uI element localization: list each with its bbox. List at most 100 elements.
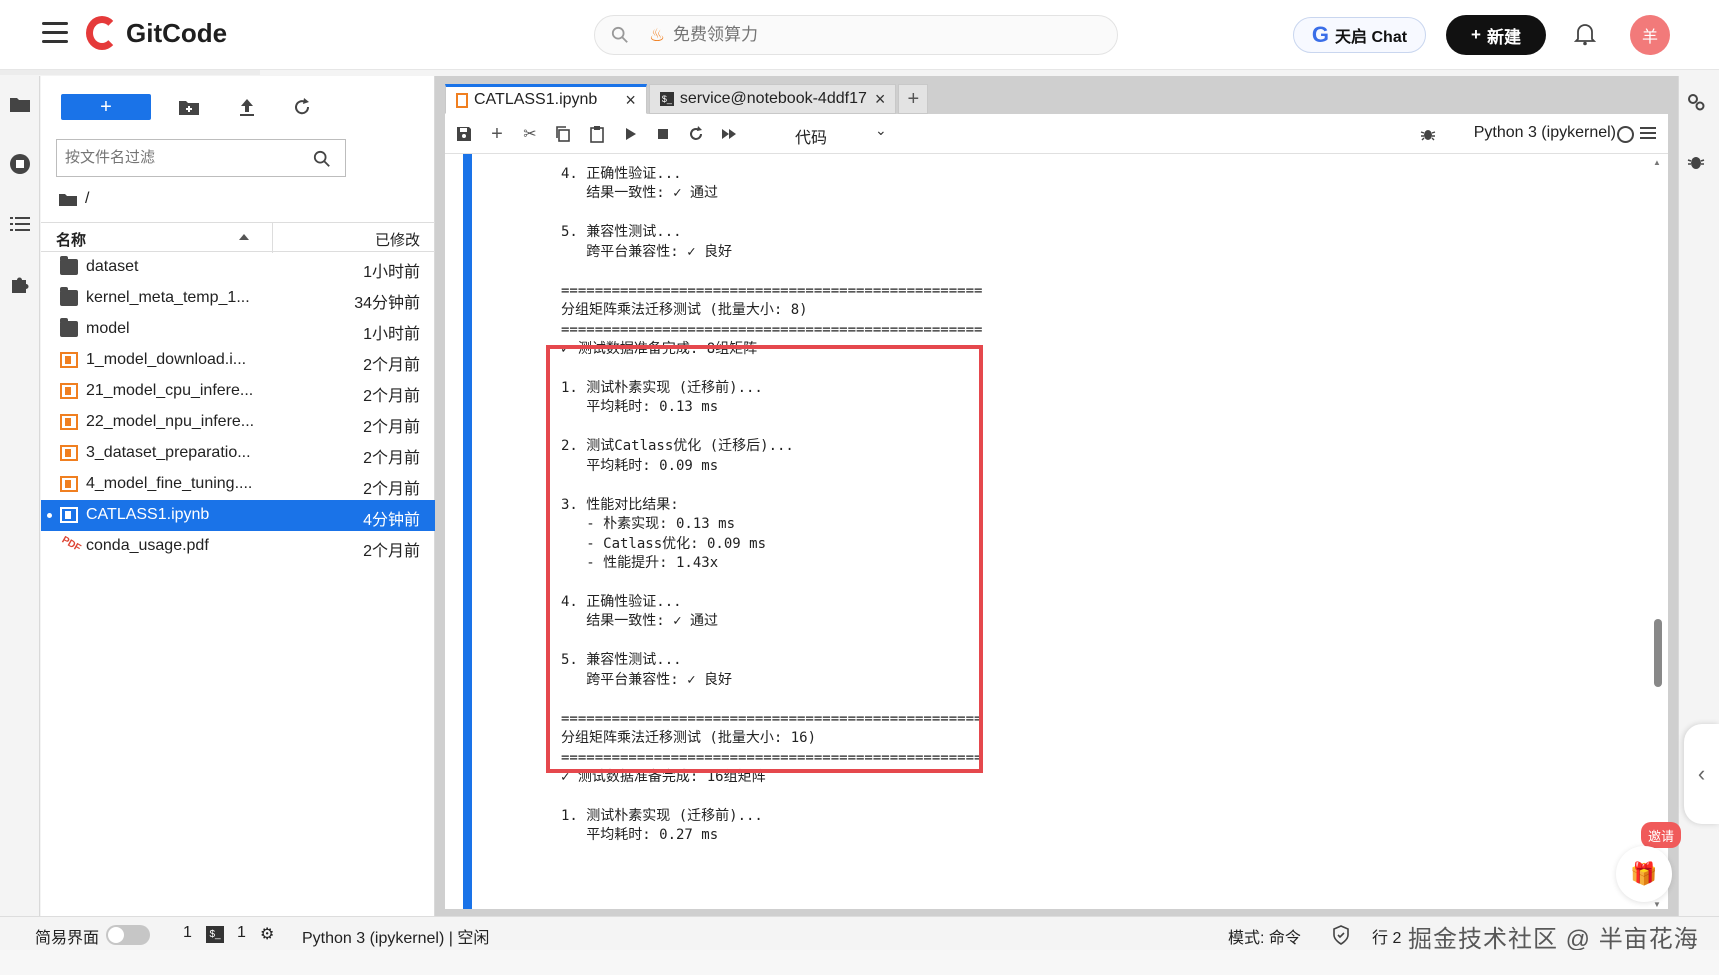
upload-icon[interactable] xyxy=(235,96,259,118)
top-divider xyxy=(0,70,260,75)
paste-icon[interactable] xyxy=(588,125,606,143)
collapse-panel-button[interactable]: ‹ xyxy=(1684,724,1719,824)
terminal-icon[interactable]: $_ xyxy=(206,926,224,943)
stop-icon[interactable] xyxy=(654,125,672,143)
scrollbar-thumb[interactable] xyxy=(1654,619,1662,687)
kernel-name[interactable]: Python 3 (ipykernel) xyxy=(1474,124,1616,142)
new-launcher-button[interactable]: + xyxy=(61,94,151,120)
file-row[interactable]: 1_model_download.i... 2个月前 xyxy=(41,345,435,376)
bottom-strip xyxy=(0,950,1719,975)
file-row[interactable]: CATLASS1.ipynb 4分钟前 xyxy=(41,500,435,531)
file-list-header: 名称 已修改 xyxy=(41,222,435,253)
simple-mode-toggle[interactable] xyxy=(106,925,150,945)
kernel-status[interactable]: Python 3 (ipykernel) | 空闲 xyxy=(302,924,489,948)
property-inspector-icon[interactable] xyxy=(1686,92,1706,112)
watermark: 掘金技术社区 @ 半亩花海 xyxy=(1408,926,1699,953)
menu-icon[interactable] xyxy=(42,22,68,44)
toc-icon[interactable] xyxy=(8,212,32,236)
scrollbar[interactable]: ▲ ▼ xyxy=(1653,158,1662,909)
running-icon[interactable] xyxy=(8,152,32,176)
debugger-icon[interactable] xyxy=(1420,126,1436,142)
name-column-header[interactable]: 名称 xyxy=(56,229,86,250)
debugger-icon[interactable] xyxy=(1686,152,1706,172)
new-button[interactable]: + 新建 xyxy=(1446,15,1546,55)
modified-column-header[interactable]: 已修改 xyxy=(375,229,420,250)
cut-icon[interactable]: ✂ xyxy=(521,125,539,143)
tab-terminal[interactable]: $_ service@notebook-4ddf17 × xyxy=(648,84,897,114)
kernel-count[interactable]: 1 xyxy=(237,924,246,942)
avatar[interactable]: 羊 xyxy=(1630,15,1670,55)
file-row[interactable]: 22_model_npu_infere... 2个月前 xyxy=(41,407,435,438)
file-modified: 2个月前 xyxy=(363,388,420,405)
tab-label: service@notebook-4ddf17 xyxy=(679,90,867,107)
bell-icon[interactable] xyxy=(1574,22,1596,46)
gift-icon[interactable]: 🎁 xyxy=(1616,846,1672,902)
restart-icon[interactable] xyxy=(687,125,705,143)
new-folder-icon[interactable] xyxy=(177,96,201,118)
invite-badge[interactable]: 邀请 xyxy=(1641,822,1681,848)
file-name: conda_usage.pdf xyxy=(86,537,209,554)
cpu-icon[interactable]: ⚙ xyxy=(260,924,274,944)
fast-forward-icon[interactable] xyxy=(720,125,738,143)
file-row[interactable]: dataset 1小时前 xyxy=(41,252,435,283)
shield-icon[interactable] xyxy=(1332,925,1350,945)
save-icon[interactable] xyxy=(455,125,473,143)
active-cell-indicator[interactable] xyxy=(463,154,472,909)
file-row[interactable]: 3_dataset_preparatio... 2个月前 xyxy=(41,438,435,469)
scroll-down-icon[interactable]: ▼ xyxy=(1653,900,1661,909)
file-row[interactable]: PDF conda_usage.pdf 2个月前 xyxy=(41,531,435,562)
tab-label: CATLASS1.ipynb xyxy=(474,91,598,108)
tianqi-chat-button[interactable]: G 天启 Chat xyxy=(1293,17,1426,53)
column-divider[interactable] xyxy=(272,223,273,253)
file-modified: 1小时前 xyxy=(363,264,420,281)
file-name: dataset xyxy=(86,258,139,275)
close-icon[interactable]: × xyxy=(625,90,636,111)
folder-icon xyxy=(60,318,78,337)
tab-bar: CATLASS1.ipynb × $_ service@notebook-4dd… xyxy=(445,84,929,114)
notebook-content: 4. 正确性验证... 结果一致性: ✓ 通过 5. 兼容性测试... 跨平台兼容… xyxy=(445,154,1668,909)
tab-notebook[interactable]: CATLASS1.ipynb × xyxy=(445,84,647,114)
copy-icon[interactable] xyxy=(554,125,572,143)
cursor-position[interactable]: 行 2 xyxy=(1372,924,1401,948)
scroll-up-icon[interactable]: ▲ xyxy=(1653,158,1661,167)
add-tab-button[interactable]: + xyxy=(898,84,929,114)
file-browser-panel: + / 名称 已修改 dataset 1小时前 kernel_meta_temp_1… xyxy=(41,76,435,916)
file-row[interactable]: 21_model_cpu_infere... 2个月前 xyxy=(41,376,435,407)
brand-name: GitCode xyxy=(126,17,228,48)
file-name: 1_model_download.i... xyxy=(86,351,247,368)
cell-type-select[interactable]: 代码 xyxy=(795,124,827,148)
output-line: 平均耗时: 0.27 ms xyxy=(561,827,719,844)
chevron-down-icon[interactable]: ⌄ xyxy=(875,122,887,139)
file-row[interactable]: model 1小时前 xyxy=(41,314,435,345)
terminal-count[interactable]: 1 xyxy=(183,924,192,942)
notebook-toolbar: + ✂ 代码 ⌄ Python 3 (ipykernel) xyxy=(445,114,1668,154)
chat-button-label: 天启 Chat xyxy=(1335,29,1408,46)
extension-icon[interactable] xyxy=(8,272,32,296)
file-row[interactable]: 4_model_fine_tuning.... 2个月前 xyxy=(41,469,435,500)
notebook-icon xyxy=(60,507,78,523)
mode-indicator[interactable]: 模式: 命令 xyxy=(1228,924,1301,948)
folder-icon[interactable] xyxy=(8,92,32,116)
output-line: 4. 正确性验证... xyxy=(561,166,682,182)
menu-icon[interactable] xyxy=(1640,127,1656,140)
gitcode-logo-icon xyxy=(86,16,118,50)
modified-dot-icon xyxy=(47,513,52,518)
breadcrumb-path[interactable]: / xyxy=(85,190,89,208)
run-icon[interactable] xyxy=(621,125,639,143)
file-list: dataset 1小时前 kernel_meta_temp_1... 34分钟前 mod… xyxy=(41,252,435,562)
file-filter-input[interactable] xyxy=(65,149,295,166)
highlight-box xyxy=(546,345,983,773)
global-search[interactable]: ♨ xyxy=(594,15,1118,55)
file-modified: 2个月前 xyxy=(363,450,420,467)
close-icon[interactable]: × xyxy=(875,89,886,110)
file-row[interactable]: kernel_meta_temp_1... 34分钟前 xyxy=(41,283,435,314)
breadcrumb[interactable]: / xyxy=(59,190,89,208)
logo[interactable]: GitCode xyxy=(86,16,227,50)
output-line: 1. 测试朴素实现 (迁移前)... xyxy=(561,807,763,824)
refresh-icon[interactable] xyxy=(290,96,314,118)
new-button-label: 新建 xyxy=(1486,27,1521,47)
file-filter[interactable] xyxy=(56,139,346,177)
search-input[interactable] xyxy=(673,23,1093,47)
output-line: 5. 兼容性测试... xyxy=(561,224,682,241)
add-cell-icon[interactable]: + xyxy=(488,123,506,145)
